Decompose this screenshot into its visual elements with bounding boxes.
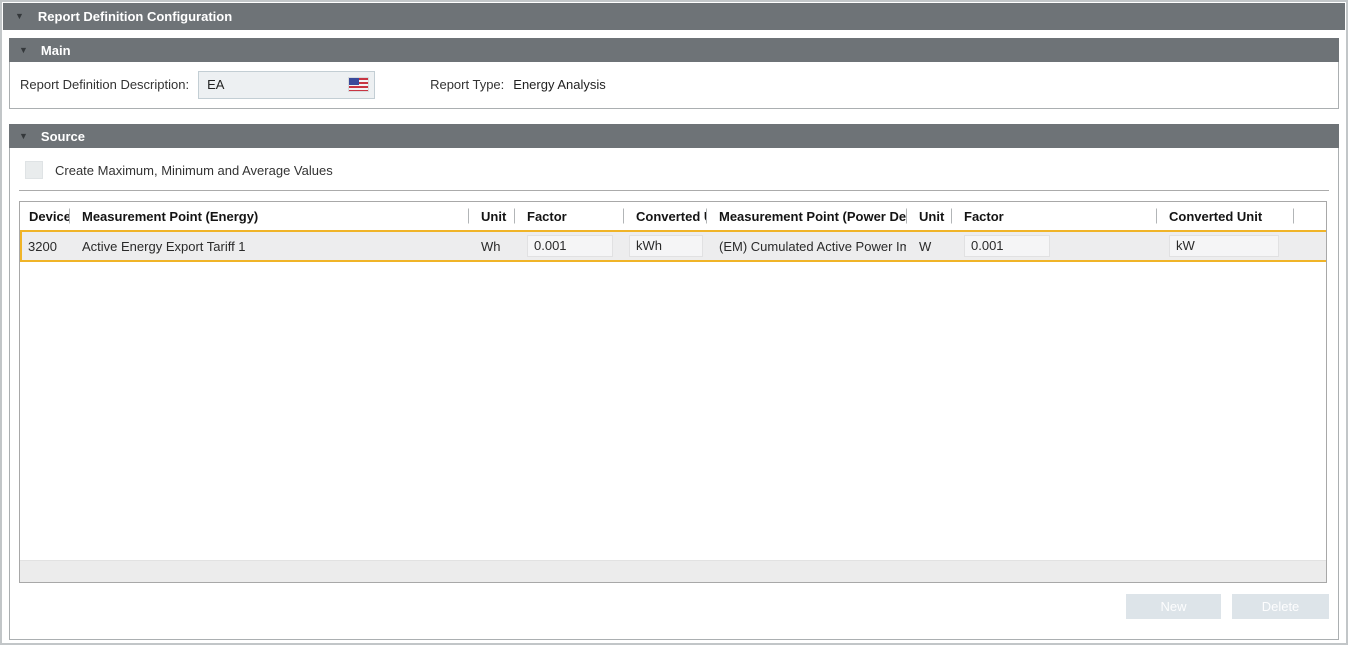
- column-header-unit-power: Unit: [906, 202, 951, 231]
- collapse-arrow-icon: ▼: [19, 132, 28, 141]
- section-header-report-definition-configuration[interactable]: ▼ Report Definition Configuration: [3, 3, 1345, 30]
- cell-device: 3200: [21, 231, 69, 261]
- measurement-points-table: Device Measurement Point (Energy) Unit F…: [19, 201, 1327, 583]
- column-header-unit-energy: Unit: [468, 202, 514, 231]
- column-header-mp-energy: Measurement Point (Energy): [69, 202, 468, 231]
- page-title: Report Definition Configuration: [38, 9, 232, 24]
- content-area: ▼ Main Report Definition Description: EA…: [2, 30, 1346, 640]
- column-header-converted-unit-energy: Converted Unit: [623, 202, 706, 231]
- main-panel: ▼ Main Report Definition Description: EA…: [9, 38, 1339, 109]
- cell-filler: [1293, 231, 1327, 261]
- source-panel-body: Create Maximum, Minimum and Average Valu…: [10, 161, 1338, 639]
- create-min-max-avg-label: Create Maximum, Minimum and Average Valu…: [55, 163, 333, 178]
- table-actions: New Delete: [10, 594, 1329, 619]
- collapse-arrow-icon: ▼: [15, 12, 24, 21]
- report-type-value: Energy Analysis: [513, 77, 606, 92]
- table-horizontal-scrollbar[interactable]: [20, 560, 1326, 582]
- delete-button[interactable]: Delete: [1232, 594, 1329, 619]
- cell-factor-energy-input[interactable]: 0.001: [527, 235, 613, 257]
- us-flag-icon[interactable]: [348, 77, 369, 92]
- description-label: Report Definition Description:: [20, 77, 189, 92]
- new-button[interactable]: New: [1126, 594, 1221, 619]
- table-row[interactable]: 3200 Active Energy Export Tariff 1 Wh 0.…: [21, 231, 1327, 261]
- cell-factor-power-input[interactable]: 0.001: [964, 235, 1050, 257]
- column-header-factor-energy: Factor: [514, 202, 623, 231]
- source-panel: ▼ Source Create Maximum, Minimum and Ave…: [9, 124, 1339, 640]
- create-min-max-avg-checkbox[interactable]: [25, 161, 43, 179]
- column-header-converted-unit-power: Converted Unit: [1156, 202, 1293, 231]
- report-type-label: Report Type:: [430, 77, 504, 92]
- report-definition-configuration-window: ▼ Report Definition Configuration ▼ Main…: [0, 0, 1348, 645]
- column-header-mp-power-demand: Measurement Point (Power Demand): [706, 202, 906, 231]
- cell-converted-unit-power-input[interactable]: kW: [1169, 235, 1279, 257]
- table-header-row: Device Measurement Point (Energy) Unit F…: [21, 202, 1327, 231]
- main-panel-body: Report Definition Description: EA Report…: [10, 61, 1338, 108]
- cell-mp-power: (EM) Cumulated Active Power Import: [706, 231, 906, 261]
- cell-unit-energy: Wh: [468, 231, 514, 261]
- column-header-device: Device: [21, 202, 69, 231]
- column-header-filler: [1293, 202, 1327, 231]
- create-values-option: Create Maximum, Minimum and Average Valu…: [25, 161, 1338, 179]
- column-header-factor-power: Factor: [951, 202, 1156, 231]
- cell-mp-energy: Active Energy Export Tariff 1: [69, 231, 468, 261]
- description-value: EA: [207, 77, 348, 92]
- collapse-arrow-icon: ▼: [19, 46, 28, 55]
- description-input[interactable]: EA: [198, 71, 375, 99]
- main-section-title: Main: [41, 43, 71, 58]
- cell-converted-unit-energy-input[interactable]: kWh: [629, 235, 703, 257]
- horizontal-divider: [19, 190, 1329, 191]
- source-section-title: Source: [41, 129, 85, 144]
- cell-unit-power: W: [906, 231, 951, 261]
- section-header-source[interactable]: ▼ Source: [9, 124, 1339, 148]
- section-header-main[interactable]: ▼ Main: [9, 38, 1339, 62]
